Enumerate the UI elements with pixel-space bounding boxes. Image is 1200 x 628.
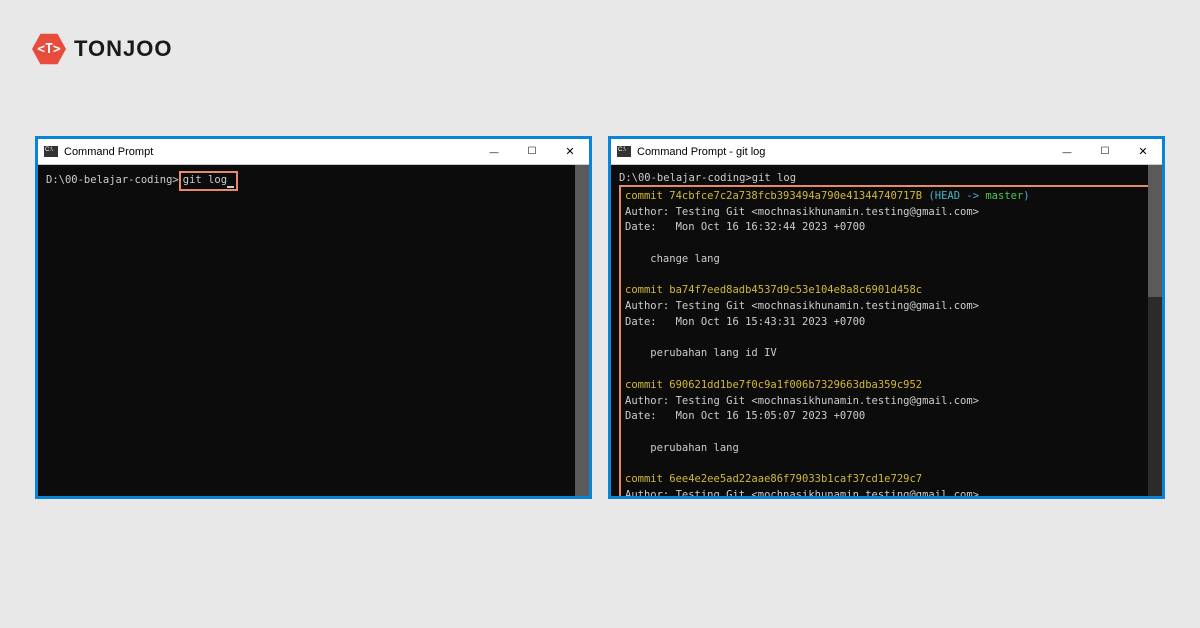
close-button[interactable] bbox=[1124, 139, 1162, 165]
prompt-text: D:\00-belajar-coding> bbox=[619, 172, 752, 184]
commit-date: Date: Mon Oct 16 15:05:07 2023 +0700 bbox=[625, 409, 1148, 425]
prompt-text: D:\00-belajar-coding> bbox=[46, 174, 179, 186]
cursor-icon bbox=[227, 186, 234, 188]
command-text: git log bbox=[183, 174, 227, 186]
commit-author: Author: Testing Git <mochnasikhunamin.te… bbox=[625, 394, 1148, 410]
scrollbar[interactable] bbox=[575, 165, 589, 496]
commit-author: Author: Testing Git <mochnasikhunamin.te… bbox=[625, 299, 1148, 315]
commit-hash: commit 6ee4e2ee5ad22aae86f79033b1caf37cd… bbox=[625, 472, 1148, 488]
output-highlight-box: commit 74cbfce7c2a738fcb393494a790e41344… bbox=[619, 185, 1154, 496]
titlebar[interactable]: Command Prompt bbox=[38, 139, 589, 165]
close-button[interactable] bbox=[551, 139, 589, 165]
window-title: Command Prompt - git log bbox=[637, 146, 765, 158]
terminal-area[interactable]: D:\00-belajar-coding>git log commit 74cb… bbox=[611, 165, 1162, 496]
command-text: git log bbox=[752, 172, 796, 184]
cmd-window-left: Command Prompt D:\00-belajar-coding> git … bbox=[35, 136, 592, 499]
commit-hash: commit ba74f7eed8adb4537d9c53e104e8a8c69… bbox=[625, 283, 1148, 299]
titlebar[interactable]: Command Prompt - git log bbox=[611, 139, 1162, 165]
cmd-icon bbox=[617, 146, 631, 157]
commit-message: perubahan lang bbox=[625, 441, 1148, 457]
brand-name: TONJOO bbox=[74, 36, 173, 62]
scrollbar[interactable] bbox=[1148, 165, 1162, 496]
cmd-window-right: Command Prompt - git log D:\00-belajar-c… bbox=[608, 136, 1165, 499]
commit-hash: commit 690621dd1be7f0c9a1f006b7329663dba… bbox=[625, 378, 1148, 394]
commit-hash: commit 74cbfce7c2a738fcb393494a790e41344… bbox=[625, 190, 922, 202]
commit-date: Date: Mon Oct 16 15:43:31 2023 +0700 bbox=[625, 315, 1148, 331]
minimize-button[interactable] bbox=[475, 139, 513, 165]
command-highlight: git log bbox=[179, 171, 238, 191]
commit-author: Author: Testing Git <mochnasikhunamin.te… bbox=[625, 205, 1148, 221]
branch-name: master bbox=[985, 190, 1023, 202]
minimize-button[interactable] bbox=[1048, 139, 1086, 165]
cmd-icon bbox=[44, 146, 58, 157]
brand-icon: <T> bbox=[32, 32, 66, 66]
scrollbar-thumb[interactable] bbox=[575, 165, 589, 496]
brand-logo: <T> TONJOO bbox=[32, 32, 173, 66]
commit-author: Author: Testing Git <mochnasikhunamin.te… bbox=[625, 488, 1148, 496]
head-ref: (HEAD -> bbox=[928, 190, 985, 202]
commit-date: Date: Mon Oct 16 16:32:44 2023 +0700 bbox=[625, 220, 1148, 236]
terminal-area[interactable]: D:\00-belajar-coding> git log bbox=[38, 165, 589, 496]
window-title: Command Prompt bbox=[64, 146, 153, 158]
commit-message: change lang bbox=[625, 252, 1148, 268]
maximize-button[interactable] bbox=[1086, 139, 1124, 165]
commit-message: perubahan lang id IV bbox=[625, 346, 1148, 362]
maximize-button[interactable] bbox=[513, 139, 551, 165]
scrollbar-thumb[interactable] bbox=[1148, 165, 1162, 297]
